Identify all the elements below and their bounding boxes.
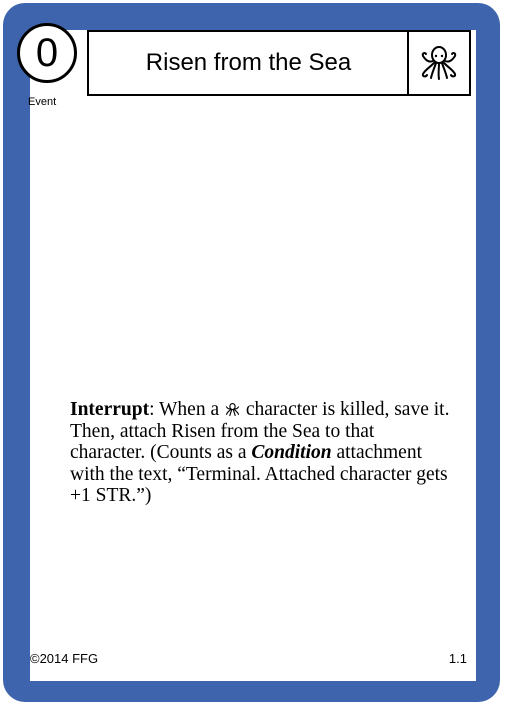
- keyword-condition: Condition: [251, 442, 332, 463]
- kraken-icon: [421, 46, 457, 80]
- card-title: Risen from the Sea: [145, 49, 352, 76]
- card-type: Event: [28, 96, 57, 108]
- version: 1.1: [448, 651, 467, 666]
- cost-value: 0: [35, 31, 59, 75]
- keyword-interrupt: Interrupt: [70, 399, 150, 420]
- cost-badge: 0: [17, 23, 77, 83]
- house-symbol-box: [407, 32, 469, 94]
- rules-part-1: : When a: [149, 399, 224, 420]
- rules-text: Interrupt: When a character is killed, s…: [70, 399, 450, 507]
- kraken-icon: [225, 402, 240, 417]
- title-bar: Risen from the Sea: [87, 30, 471, 96]
- copyright: ©2014 FFG: [30, 651, 99, 666]
- card-face: [30, 30, 476, 681]
- card-frame: [3, 3, 500, 702]
